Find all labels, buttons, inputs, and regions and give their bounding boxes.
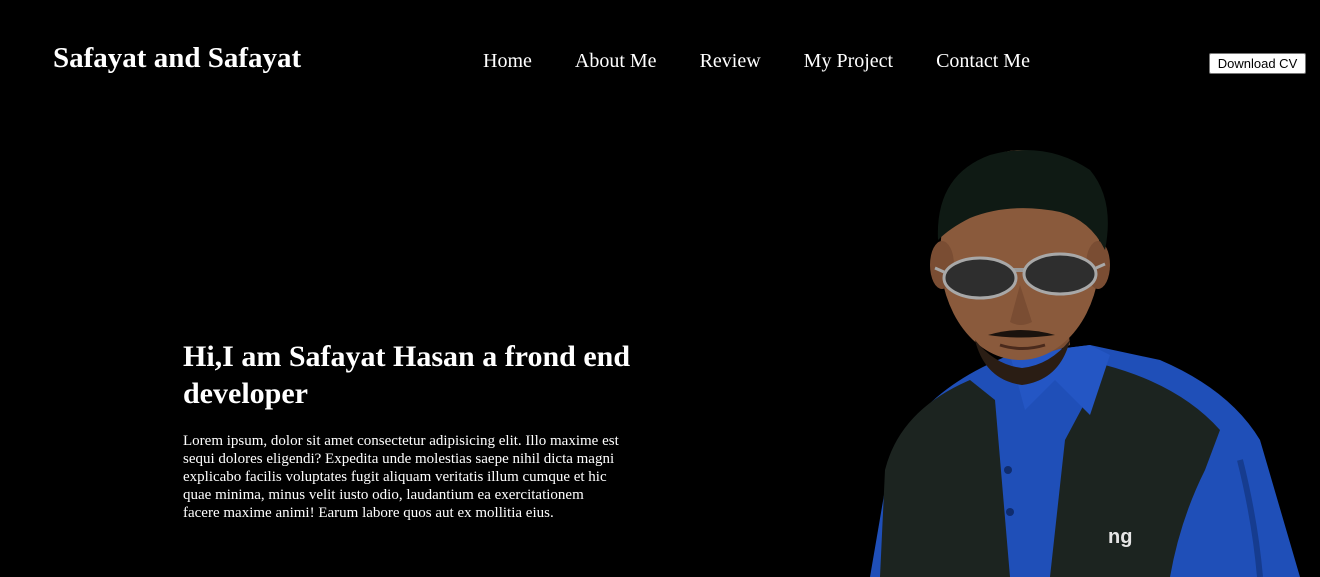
nav-item-about-me[interactable]: About Me	[575, 48, 657, 74]
nav-item-contact-me[interactable]: Contact Me	[936, 48, 1030, 74]
vest-logo-text: ng	[1108, 526, 1132, 548]
nav-item-my-project[interactable]: My Project	[804, 48, 893, 74]
nav-item-review[interactable]: Review	[700, 48, 761, 74]
hero-description: Lorem ipsum, dolor sit amet consectetur …	[183, 433, 619, 521]
site-brand[interactable]: Safayat and Safayat	[53, 40, 301, 76]
page: Safayat and Safayat Home About Me Review…	[0, 0, 1320, 577]
shirt-button-2	[1006, 508, 1014, 516]
vest-left	[880, 380, 1010, 577]
shirt-button	[1004, 466, 1012, 474]
sunglasses-lens-right	[1022, 252, 1098, 296]
main-nav: Home About Me Review My Project Contact …	[483, 48, 1030, 74]
profile-photo: ng	[870, 150, 1300, 577]
hero-title: Hi,I am Safayat Hasan a frond end develo…	[183, 340, 631, 410]
sunglasses-lens-left	[942, 256, 1018, 300]
nav-item-home[interactable]: Home	[483, 48, 532, 74]
download-cv-button[interactable]: Download CV	[1209, 53, 1306, 74]
